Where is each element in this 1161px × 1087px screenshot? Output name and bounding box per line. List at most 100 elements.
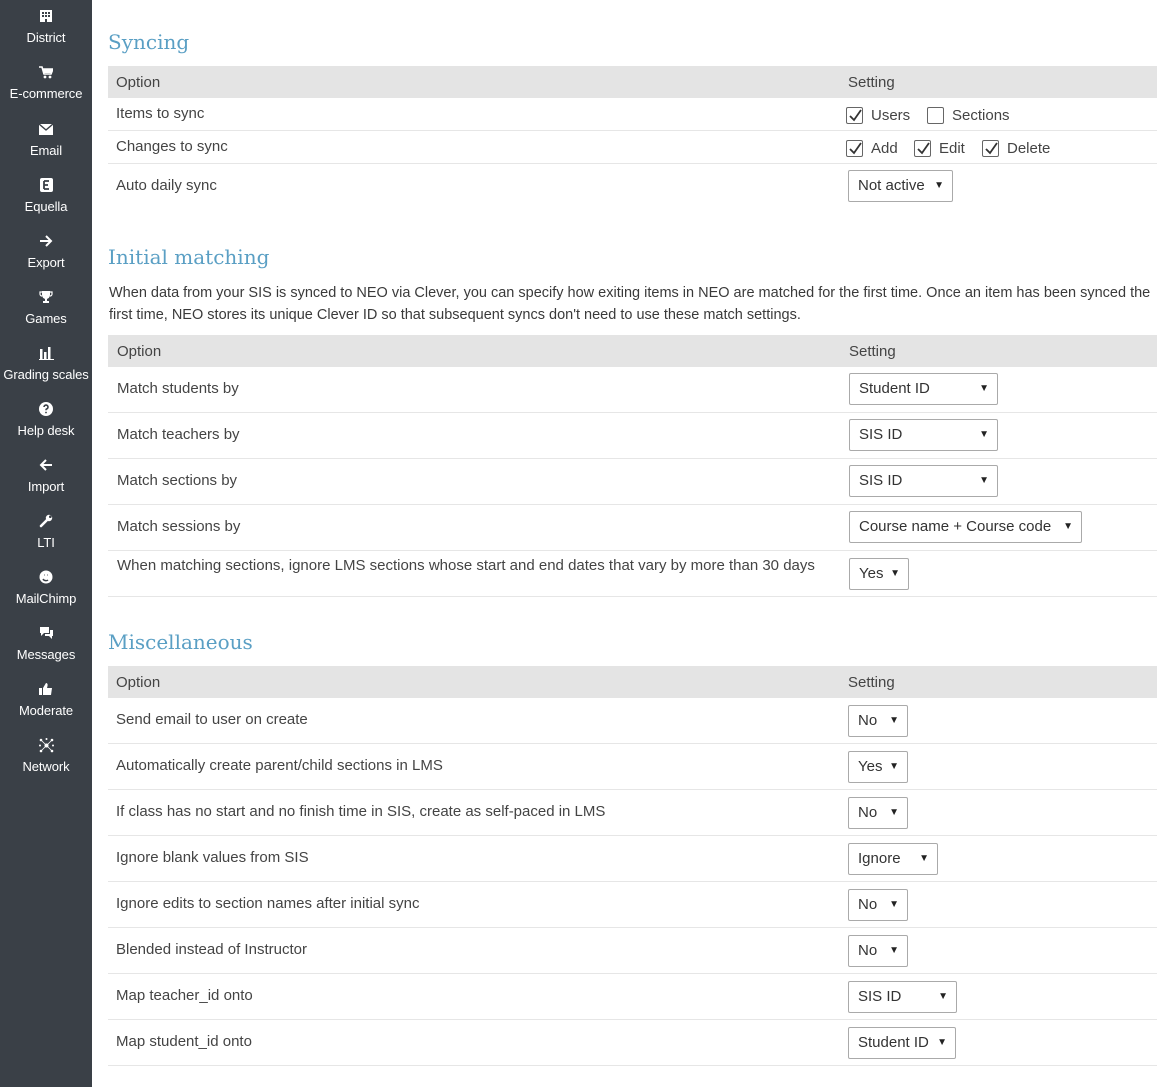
table-header: Option Setting bbox=[108, 66, 1157, 98]
edit-checkbox-label: Edit bbox=[939, 140, 965, 157]
delete-checkbox-label: Delete bbox=[1007, 140, 1051, 157]
sidebar: District E-commerce Email Equella Export… bbox=[0, 0, 92, 1087]
sidebar-item-label: Import bbox=[27, 479, 65, 494]
match-teachers-select[interactable]: SIS ID ▼ bbox=[849, 419, 998, 451]
table-row: Map teacher_id onto SIS ID ▼ bbox=[108, 974, 1157, 1020]
syncing-table: Option Setting Items to sync Users Secti… bbox=[108, 66, 1157, 209]
table-row: Changes to sync Add Edit Delete bbox=[108, 131, 1157, 164]
table-row: If class has no start and no finish time… bbox=[108, 790, 1157, 836]
equella-icon bbox=[0, 177, 92, 193]
sidebar-item-equella[interactable]: Equella bbox=[0, 173, 92, 229]
sidebar-item-district[interactable]: District bbox=[0, 4, 92, 60]
dropdown-arrow-icon: ▼ bbox=[934, 180, 944, 191]
auto-daily-sync-select[interactable]: Not active ▼ bbox=[848, 170, 953, 202]
checkbox-box[interactable] bbox=[914, 140, 931, 157]
select-value: Student ID bbox=[859, 380, 930, 397]
items-to-sync-label: Items to sync bbox=[116, 105, 205, 122]
sidebar-item-grading-scales[interactable]: Grading scales bbox=[0, 341, 92, 397]
table-row: Match teachers by SIS ID ▼ bbox=[108, 413, 1157, 459]
table-row: Blended instead of Instructor No ▼ bbox=[108, 928, 1157, 974]
select-value: SIS ID bbox=[858, 988, 902, 1005]
table-row: Match sections by SIS ID ▼ bbox=[108, 459, 1157, 505]
table-row: Match students by Student ID ▼ bbox=[108, 367, 1157, 413]
select-value: Ignore bbox=[858, 850, 901, 867]
select-value: Yes bbox=[858, 758, 883, 775]
ignore-blank-values-label: Ignore blank values from SIS bbox=[116, 849, 309, 866]
option-column-header: Option bbox=[117, 343, 162, 360]
map-student-id-select[interactable]: Student ID ▼ bbox=[848, 1027, 956, 1059]
sidebar-item-games[interactable]: Games bbox=[0, 285, 92, 341]
sidebar-item-label: Help desk bbox=[17, 423, 75, 438]
checkbox-box[interactable] bbox=[982, 140, 999, 157]
self-paced-select[interactable]: No ▼ bbox=[848, 797, 908, 829]
sections-checkbox-label: Sections bbox=[952, 107, 1010, 124]
users-checkbox[interactable]: Users bbox=[846, 107, 910, 124]
sidebar-item-label: Messages bbox=[16, 647, 76, 662]
setting-column-header: Setting bbox=[848, 674, 895, 691]
dropdown-arrow-icon: ▼ bbox=[979, 429, 989, 440]
sidebar-item-messages[interactable]: Messages bbox=[0, 621, 92, 677]
envelope-icon bbox=[0, 121, 92, 137]
sidebar-item-import[interactable]: Import bbox=[0, 453, 92, 509]
delete-checkbox[interactable]: Delete bbox=[982, 140, 1050, 157]
table-row: Send email to user on create No ▼ bbox=[108, 698, 1157, 744]
sidebar-item-export[interactable]: Export bbox=[0, 229, 92, 285]
checkbox-box[interactable] bbox=[927, 107, 944, 124]
cart-icon bbox=[0, 64, 92, 80]
select-value: SIS ID bbox=[859, 472, 903, 489]
select-value: Course name + Course code bbox=[859, 518, 1052, 535]
chat-icon bbox=[0, 625, 92, 641]
self-paced-label: If class has no start and no finish time… bbox=[116, 803, 606, 820]
ignore-section-edits-select[interactable]: No ▼ bbox=[848, 889, 908, 921]
wrench-icon bbox=[0, 513, 92, 529]
sidebar-item-label: E-commerce bbox=[9, 86, 83, 101]
match-sections-select[interactable]: SIS ID ▼ bbox=[849, 465, 998, 497]
syncing-title: Syncing bbox=[108, 30, 190, 54]
select-value: No bbox=[858, 804, 878, 821]
sidebar-item-label: District bbox=[26, 30, 66, 45]
table-row: Auto daily sync Not active ▼ bbox=[108, 164, 1157, 209]
dropdown-arrow-icon: ▼ bbox=[979, 383, 989, 394]
dropdown-arrow-icon: ▼ bbox=[979, 475, 989, 486]
parent-child-sections-select[interactable]: Yes ▼ bbox=[848, 751, 908, 783]
sidebar-item-lti[interactable]: LTI bbox=[0, 509, 92, 565]
sidebar-item-label: Games bbox=[25, 311, 67, 326]
sidebar-item-mailchimp[interactable]: MailChimp bbox=[0, 565, 92, 621]
select-value: Yes bbox=[859, 565, 884, 582]
ignore-blank-values-select[interactable]: Ignore ▼ bbox=[848, 843, 938, 875]
table-row: Items to sync Users Sections bbox=[108, 98, 1157, 131]
select-value: No bbox=[858, 896, 878, 913]
sidebar-item-email[interactable]: Email bbox=[0, 117, 92, 173]
sections-checkbox[interactable]: Sections bbox=[927, 107, 1010, 124]
dropdown-arrow-icon: ▼ bbox=[889, 761, 899, 772]
map-student-id-label: Map student_id onto bbox=[116, 1033, 252, 1050]
match-sessions-select[interactable]: Course name + Course code ▼ bbox=[849, 511, 1082, 543]
sidebar-item-label: Moderate bbox=[18, 703, 74, 718]
send-email-select[interactable]: No ▼ bbox=[848, 705, 908, 737]
checkbox-box[interactable] bbox=[846, 107, 863, 124]
building-icon bbox=[0, 8, 92, 24]
auto-daily-sync-label: Auto daily sync bbox=[116, 177, 217, 194]
dropdown-arrow-icon: ▼ bbox=[889, 715, 899, 726]
sidebar-item-e-commerce[interactable]: E-commerce bbox=[0, 60, 92, 116]
map-teacher-id-select[interactable]: SIS ID ▼ bbox=[848, 981, 957, 1013]
checkbox-box[interactable] bbox=[846, 140, 863, 157]
match-students-select[interactable]: Student ID ▼ bbox=[849, 373, 998, 405]
sidebar-item-label: LTI bbox=[37, 535, 55, 550]
edit-checkbox[interactable]: Edit bbox=[914, 140, 965, 157]
dropdown-arrow-icon: ▼ bbox=[889, 945, 899, 956]
blended-select[interactable]: No ▼ bbox=[848, 935, 908, 967]
sidebar-item-network[interactable]: Network bbox=[0, 733, 92, 789]
select-value: No bbox=[858, 942, 878, 959]
arrow-right-icon bbox=[0, 233, 92, 249]
table-header: Option Setting bbox=[108, 666, 1157, 698]
dropdown-arrow-icon: ▼ bbox=[938, 991, 948, 1002]
add-checkbox[interactable]: Add bbox=[846, 140, 898, 157]
dropdown-arrow-icon: ▼ bbox=[1063, 521, 1073, 532]
table-row: When matching sections, ignore LMS secti… bbox=[108, 551, 1157, 597]
ignore-lms-sections-select[interactable]: Yes ▼ bbox=[849, 558, 909, 590]
sidebar-item-moderate[interactable]: Moderate bbox=[0, 677, 92, 733]
dropdown-arrow-icon: ▼ bbox=[889, 807, 899, 818]
arrow-left-icon bbox=[0, 457, 92, 473]
sidebar-item-help-desk[interactable]: Help desk bbox=[0, 397, 92, 453]
